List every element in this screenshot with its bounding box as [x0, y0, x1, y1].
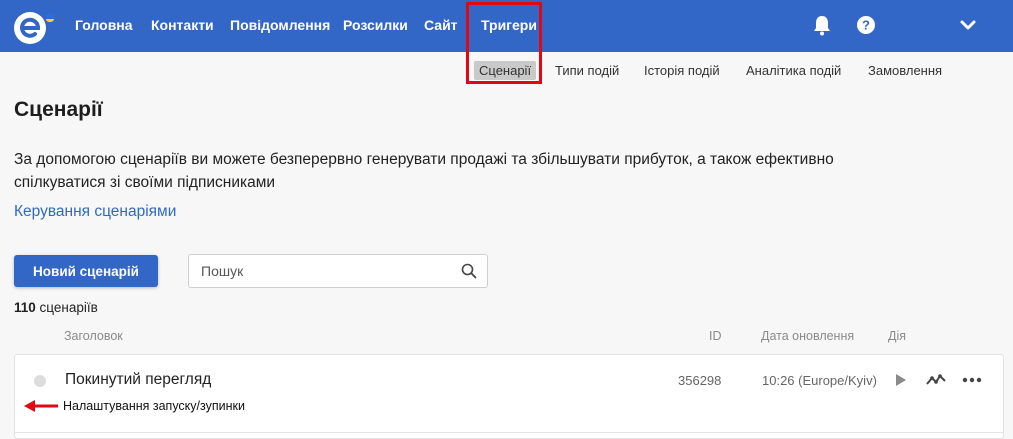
- nav-item-site[interactable]: Сайт: [424, 17, 458, 33]
- subnav-item-orders[interactable]: Замовлення: [868, 63, 942, 78]
- top-navbar: Головна Контакти Повідомлення Розсилки С…: [0, 0, 1013, 52]
- annotation-text: Налаштування запуску/зупинки: [63, 399, 245, 413]
- scenario-count: 110 сценаріїв: [14, 300, 98, 315]
- column-header-title[interactable]: Заголовок: [64, 329, 123, 343]
- status-indicator: [34, 375, 46, 387]
- column-header-action: Дія: [888, 329, 907, 343]
- page-description: За допомогою сценаріїв ви можете безпере…: [14, 151, 834, 191]
- subnav-item-event-analytics[interactable]: Аналітика подій: [746, 63, 841, 78]
- column-header-updated[interactable]: Дата оновлення: [761, 329, 854, 343]
- search-icon[interactable]: [461, 263, 477, 279]
- nav-item-contacts[interactable]: Контакти: [151, 17, 214, 33]
- more-options-icon[interactable]: [961, 369, 983, 391]
- search-box: [188, 254, 488, 288]
- page-title: Сценарії: [14, 98, 103, 121]
- scenario-count-label: сценаріїв: [39, 300, 98, 315]
- manage-scenarios-link[interactable]: Керування сценаріями: [14, 203, 176, 221]
- nav-item-triggers[interactable]: Тригери: [481, 17, 537, 33]
- nav-item-home[interactable]: Головна: [75, 17, 133, 33]
- subnav-item-scenarios[interactable]: Сценарії: [474, 61, 537, 80]
- scenario-title[interactable]: Покинутий перегляд: [65, 371, 211, 389]
- help-icon[interactable]: ?: [854, 13, 878, 37]
- analytics-icon[interactable]: [925, 369, 947, 391]
- chevron-down-icon[interactable]: [956, 13, 980, 37]
- svg-text:?: ?: [862, 18, 870, 33]
- table-row[interactable]: Покинутий перегляд 356298 10:26 (Europe/…: [14, 354, 1004, 439]
- bell-icon[interactable]: [810, 13, 834, 37]
- nav-item-messages[interactable]: Повідомлення: [230, 17, 330, 33]
- subnav-item-event-history[interactable]: Історія подій: [644, 63, 720, 78]
- column-header-id[interactable]: ID: [709, 329, 722, 343]
- row-divider: [15, 432, 1003, 433]
- scenario-updated: 10:26 (Europe/Kyiv): [762, 373, 877, 388]
- scenario-id: 356298: [678, 373, 722, 388]
- subnav-item-event-types[interactable]: Типи подій: [555, 63, 619, 78]
- annotation-arrow-icon: [24, 400, 58, 412]
- play-icon[interactable]: [889, 369, 911, 391]
- search-input[interactable]: [201, 261, 451, 281]
- scenario-count-number: 110: [14, 300, 36, 315]
- esputnik-logo[interactable]: [12, 8, 60, 46]
- new-scenario-button[interactable]: Новий сценарій: [14, 255, 158, 287]
- nav-item-campaigns[interactable]: Розсилки: [343, 17, 408, 33]
